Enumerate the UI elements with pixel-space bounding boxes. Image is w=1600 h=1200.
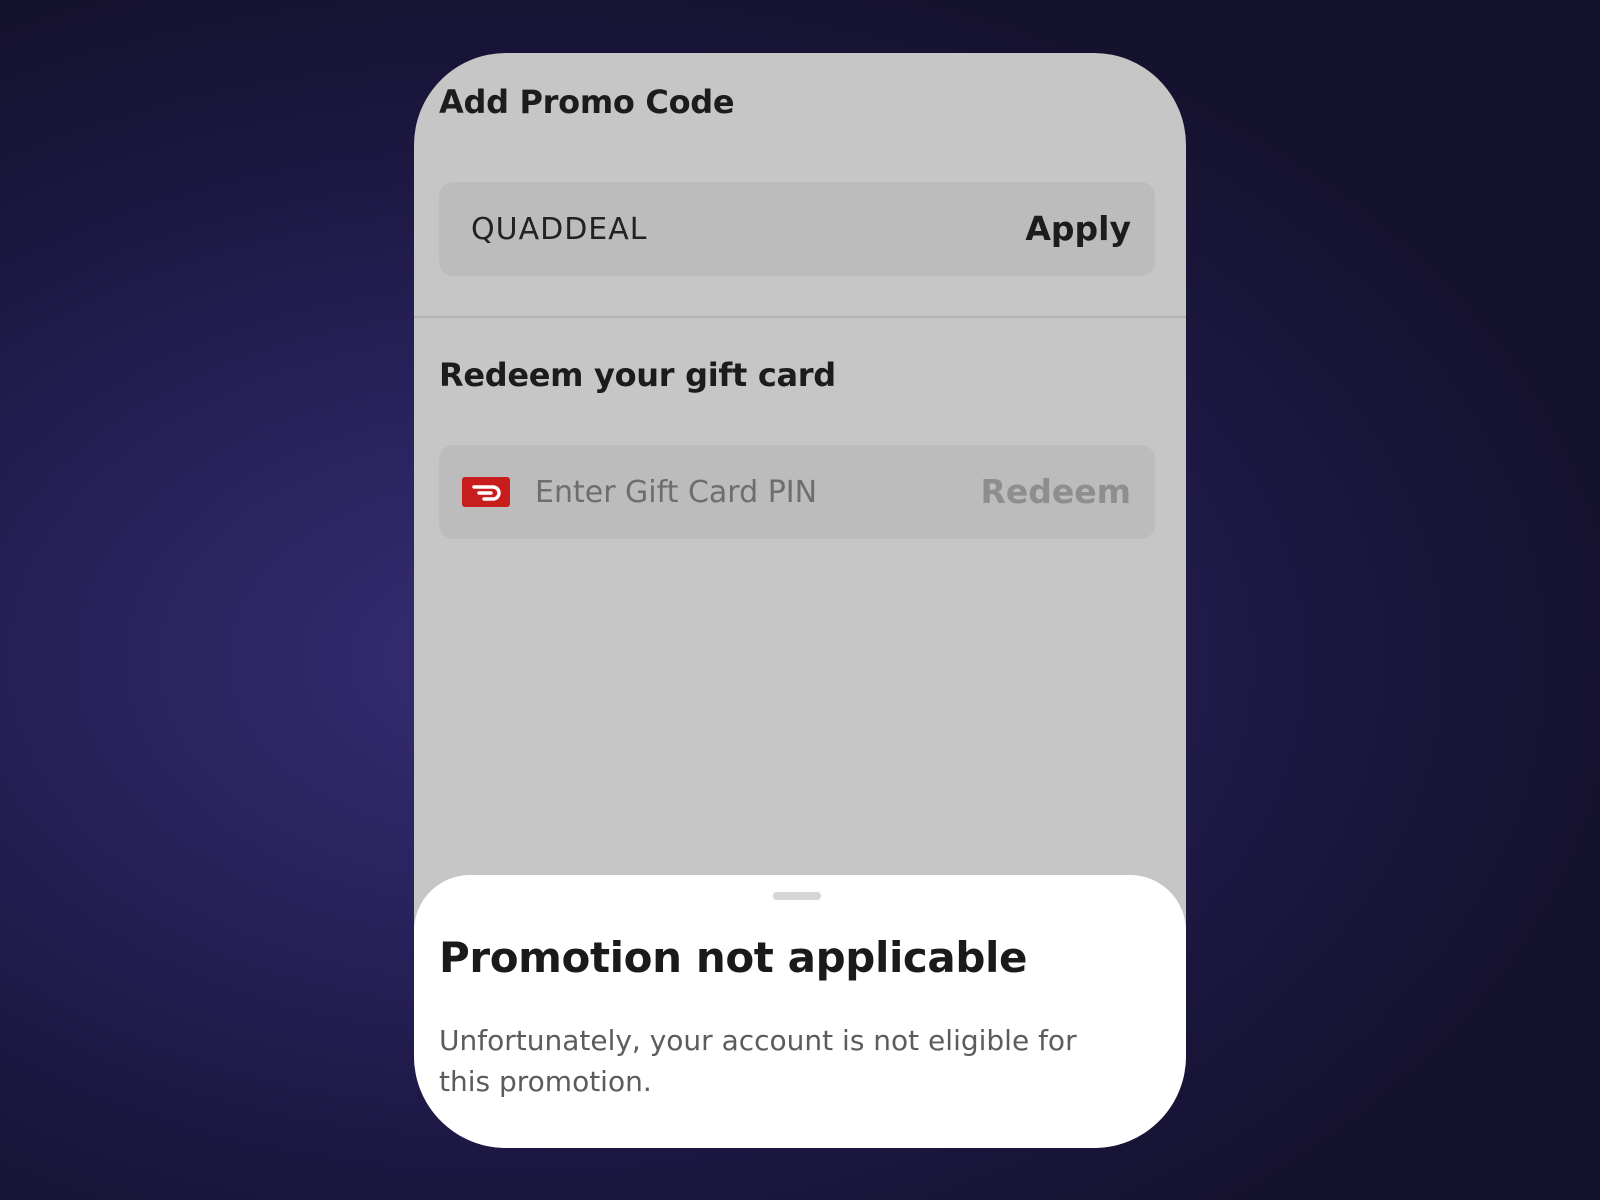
doordash-logo-icon [462,477,510,507]
section-divider [414,316,1186,318]
gift-card-section-title: Redeem your gift card [439,356,836,394]
sheet-message: Unfortunately, your account is not eligi… [439,1024,1077,1098]
bottom-sheet: Promotion not applicable Unfortunately, … [414,875,1186,1148]
sheet-title: Promotion not applicable [439,933,1028,982]
gift-card-pin-input[interactable] [535,445,955,539]
promo-section-title: Add Promo Code [439,83,735,121]
promo-code-field[interactable]: Apply [439,182,1155,276]
sheet-drag-handle[interactable] [773,892,821,900]
redeem-button[interactable]: Redeem [980,445,1131,539]
promo-code-input[interactable] [471,182,951,276]
gift-card-field[interactable]: Redeem [439,445,1155,539]
apply-button[interactable]: Apply [1025,182,1131,276]
phone-screen: Add Promo Code Apply Redeem your gift ca… [414,53,1186,1148]
